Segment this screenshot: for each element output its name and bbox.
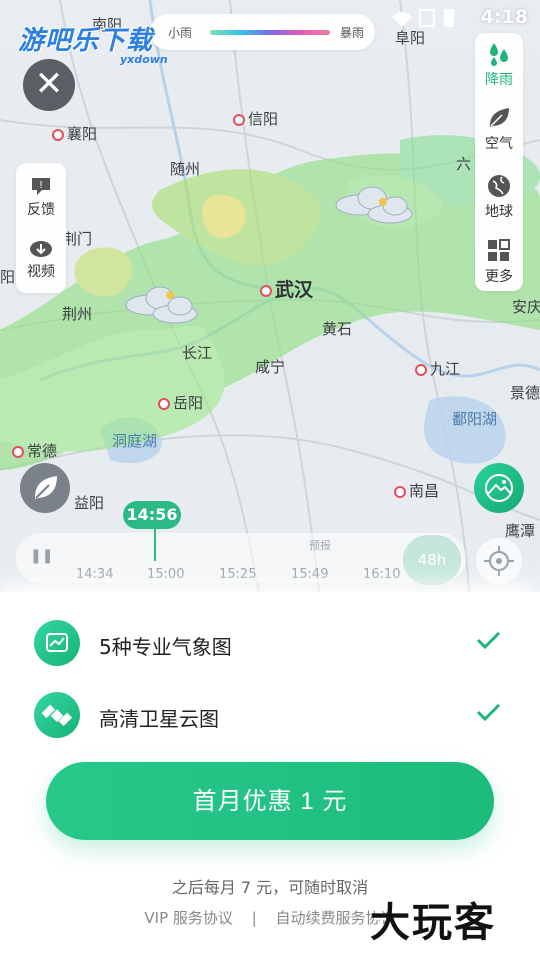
wifi-icon [392,12,412,27]
lake-poyanghu: 鄱阳湖 [452,410,498,428]
timeline-tick: 15:25 [219,567,257,582]
city-yueyang: 岳阳 [158,392,203,413]
feedback-icon: ! [32,178,50,195]
feature-label: 5种专业气象图 [99,635,232,659]
watermark-bottom-logo: 大玩客 [370,899,496,946]
svg-text:!: ! [39,180,43,191]
vip-agreement-link[interactable]: VIP 服务协议 [144,909,233,927]
city-xinyang: 信阳 [233,108,278,129]
legend-gradient-bar [210,30,330,35]
satellite-icon [34,692,80,738]
grid-icon [488,239,510,261]
timeline-tick: 14:34 [76,567,114,582]
rain-legend: 小雨 暴雨 [150,14,375,50]
city-jingmen: 荆门 [62,230,93,248]
timeline-tick: 16:10 [363,567,401,582]
leaf-icon [34,476,57,499]
feature-row-charts: 5种专业气象图 [34,620,514,668]
city-wuhan: 武汉 [260,275,313,302]
crosshair-icon [484,546,514,576]
city-huangshi: 黄石 [322,320,353,338]
image-icon [485,474,513,502]
timeline-tick: 15:49 [291,567,329,582]
globe-icon [488,175,510,197]
tool-air[interactable]: 空气 [475,105,523,153]
city-yiyang: 益阳 [74,494,105,512]
range-48h-toggle[interactable]: 48h [403,535,461,585]
chart-icon [34,620,80,666]
air-quality-button[interactable] [20,463,70,513]
city-liu: 六 [456,155,472,173]
link-separator: | [251,909,257,927]
tool-feedback[interactable]: ! 反馈 [16,175,66,219]
close-button[interactable]: ✕ [23,59,75,111]
left-tool-panel: ! 反馈 视频 [16,163,66,293]
feature-row-satellite: 高清卫星云图 [34,692,514,740]
tool-more[interactable]: 更多 [475,238,523,286]
city-changjiang: 长江 [182,344,213,362]
lake-dongtinghu: 洞庭湖 [112,432,158,450]
pause-button[interactable]: ❚❚ [30,548,53,564]
status-time: 4:18 [480,6,528,28]
subscribe-button[interactable]: 首月优惠 1 元 [46,762,494,840]
city-jingzhou: 荆州 [62,305,93,323]
city-xianning: 咸宁 [255,358,286,376]
forecast-label: 预报 [309,539,331,552]
tool-rain[interactable]: 降雨 [475,41,523,89]
city-yang: 阳 [0,268,16,286]
legend-heavy-label: 暴雨 [340,26,365,40]
watermark-logo: 游吧乐下载 yxdown [18,26,168,66]
timeline-tick: 15:00 [147,567,185,582]
city-jingde: 景德 [510,384,540,402]
map-style-button[interactable] [474,463,524,513]
feature-label: 高清卫星云图 [99,707,219,731]
sim-icon [419,9,435,27]
legend-light-label: 小雨 [168,26,193,40]
close-icon: ✕ [34,64,64,104]
current-time-bubble: 14:56 [123,501,181,529]
check-icon [474,698,502,730]
radar-map[interactable]: 南阳 阜阳 襄阳 信阳 随州 六 荆门 阳 武汉 荆州 黄石 长江 咸宁 九江 … [0,0,540,600]
city-changde: 常德 [12,440,57,461]
status-icons [390,7,460,33]
video-icon [30,241,52,257]
timeline-cursor[interactable] [154,529,156,561]
tool-video[interactable]: 视频 [16,237,66,281]
battery-icon [444,9,454,27]
locate-button[interactable] [476,538,522,584]
tool-globe[interactable]: 地球 [475,173,523,221]
right-tool-panel: 降雨 空气 地球 更多 [475,33,523,291]
leaf-icon [489,108,509,127]
city-jiujiang: 九江 [415,358,460,379]
city-suizhou: 随州 [170,160,201,178]
city-xiangyang: 襄阳 [52,123,97,144]
check-icon [474,626,502,658]
city-nanchang: 南昌 [394,480,439,501]
rain-drops-icon [490,43,508,66]
city-anqing: 安庆 [512,298,540,316]
